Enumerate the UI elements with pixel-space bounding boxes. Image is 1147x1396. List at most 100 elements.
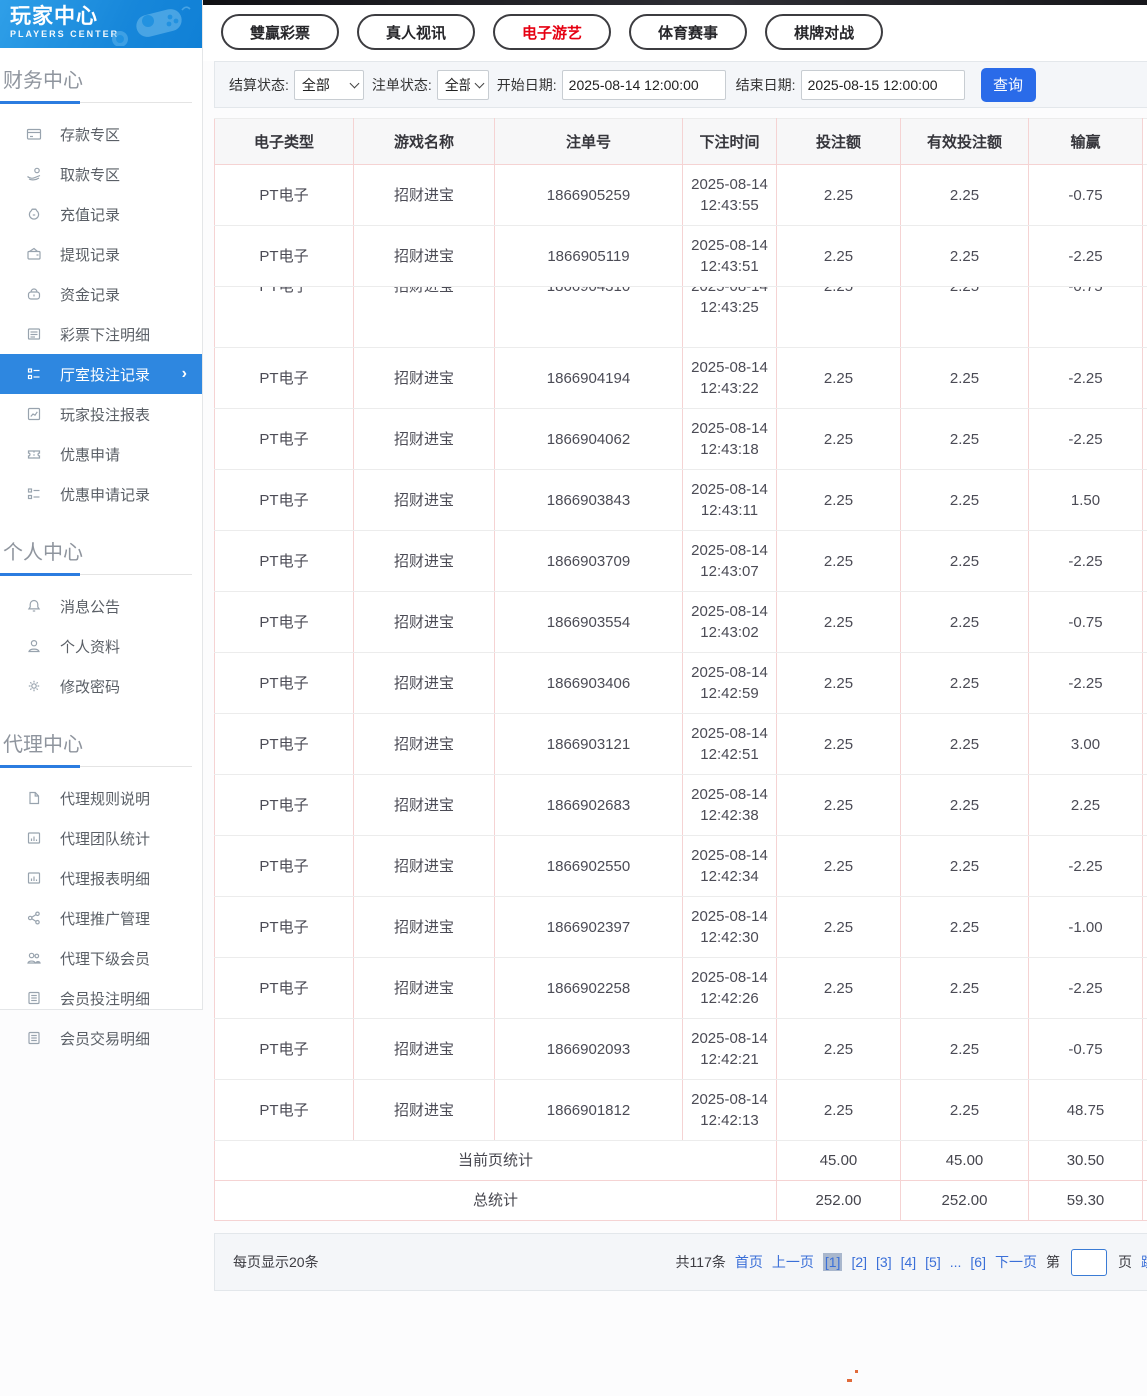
pagination-bar: 每页显示20条 共117条 首页上一页[1][2][3][4][5]...[6]… — [214, 1233, 1147, 1291]
cell-bet: 2.25 — [777, 287, 901, 348]
cell-type: PT电子 — [215, 775, 354, 836]
jump-suffix-label: 页 — [1118, 1252, 1132, 1272]
sidebar-item[interactable]: 个人资料 — [0, 626, 202, 666]
chevron-right-icon: › — [182, 365, 187, 383]
table-row: PT电子招财进宝18669037092025-08-1412:43:072.25… — [215, 531, 1147, 592]
cell-bet: 2.25 — [777, 348, 901, 409]
cell-game: 招财进宝 — [354, 592, 495, 653]
pager-current-page[interactable]: [1] — [823, 1253, 843, 1271]
settle-status-label: 结算状态: — [229, 75, 289, 95]
cell-game: 招财进宝 — [354, 653, 495, 714]
sidebar-item-label: 个人资料 — [60, 636, 120, 657]
sidebar-item[interactable]: 代理推广管理 — [0, 898, 202, 938]
tab-item[interactable]: 棋牌对战 — [765, 14, 883, 50]
sidebar-item[interactable]: 存款专区 — [0, 114, 202, 154]
wallet-icon — [25, 245, 43, 263]
pager-links: 首页上一页 [1] [2] [3] [4] [5]... [6] 下一页 — [735, 1252, 1037, 1272]
pager-link[interactable]: [6] — [970, 1254, 986, 1270]
cell-win: 2.25 — [1029, 775, 1143, 836]
sidebar-item[interactable]: 充值记录 — [0, 194, 202, 234]
sidebar-item[interactable]: 修改密码 — [0, 666, 202, 706]
total-summary-valid: 252.00 — [942, 1190, 988, 1211]
pager-link[interactable]: ... — [950, 1254, 962, 1270]
cell-bet: 2.25 — [777, 165, 901, 226]
cell-order: 1866902397 — [495, 897, 683, 958]
pager-link[interactable]: [4] — [901, 1254, 917, 1270]
users-icon — [25, 949, 43, 967]
cell-game: 招财进宝 — [354, 1080, 495, 1141]
end-date-input[interactable] — [801, 70, 965, 100]
sidebar-item-label: 优惠申请 — [60, 444, 120, 465]
tab-active[interactable]: 电子游艺 — [493, 14, 611, 50]
sidebar-item[interactable]: 会员投注明细 — [0, 978, 202, 1018]
end-date-label: 结束日期: — [736, 75, 796, 95]
clipped-column — [1143, 119, 1147, 165]
pager-link[interactable]: [5] — [925, 1254, 941, 1270]
settle-status-select[interactable]: 全部 — [294, 70, 364, 100]
cell-bet: 2.25 — [777, 1019, 901, 1080]
pager-link[interactable]: 上一页 — [772, 1252, 814, 1272]
cell-type: PT电子 — [215, 1019, 354, 1080]
cell-time: 2025-08-1412:43:22 — [683, 348, 777, 409]
cell-win: -2.25 — [1029, 958, 1143, 1019]
query-button[interactable]: 查询 — [981, 68, 1036, 102]
sidebar-item[interactable]: 代理团队统计 — [0, 818, 202, 858]
jump-page-input[interactable] — [1071, 1249, 1107, 1276]
sidebar-item[interactable]: 代理规则说明 — [0, 778, 202, 818]
pager-link[interactable]: 下一页 — [995, 1252, 1037, 1272]
cell-win: 1.50 — [1029, 470, 1143, 531]
sidebar-item[interactable]: 提现记录 — [0, 234, 202, 274]
sidebar-item[interactable]: 资金记录 — [0, 274, 202, 314]
jump-prefix-label: 第 — [1046, 1252, 1060, 1272]
sidebar-item[interactable]: 玩家投注报表 — [0, 394, 202, 434]
total-summary-bet: 252.00 — [816, 1190, 862, 1211]
cell-order: 1866901812 — [495, 1080, 683, 1141]
cell-valid: 2.25 — [901, 165, 1029, 226]
sidebar-item[interactable]: 彩票下注明细 — [0, 314, 202, 354]
pager-link[interactable]: [3] — [876, 1254, 892, 1270]
jump-go-link[interactable]: 跳转 — [1141, 1252, 1147, 1272]
table-row: PT电子招财进宝18669038432025-08-1412:43:112.25… — [215, 470, 1147, 531]
cell-valid: 2.25 — [901, 531, 1029, 592]
table-row: PT电子招财进宝18669051192025-08-1412:43:512.25… — [215, 226, 1147, 287]
cell-game: 招财进宝 — [354, 287, 495, 348]
sidebar-item[interactable]: 取款专区 — [0, 154, 202, 194]
pager-link[interactable]: 首页 — [735, 1252, 763, 1272]
cell-valid: 2.25 — [901, 714, 1029, 775]
pager-link[interactable]: [2] — [851, 1254, 867, 1270]
cell-time: 2025-08-1412:42:51 — [683, 714, 777, 775]
cell-game: 招财进宝 — [354, 226, 495, 287]
tab-item[interactable]: 雙贏彩票 — [221, 14, 339, 50]
sidebar-item-label: 玩家投注报表 — [60, 404, 150, 425]
sidebar-item[interactable]: 会员交易明细 — [0, 1018, 202, 1058]
cell-game: 招财进宝 — [354, 348, 495, 409]
sidebar-item[interactable]: 代理报表明细 — [0, 858, 202, 898]
tab-item[interactable]: 真人视讯 — [357, 14, 475, 50]
sidebar-item-label: 提现记录 — [60, 244, 120, 265]
sidebar-item[interactable]: 消息公告 — [0, 586, 202, 626]
cell-valid: 2.25 — [901, 287, 1029, 348]
sidebar-item[interactable]: 代理下级会员 — [0, 938, 202, 978]
file-icon — [25, 789, 43, 807]
sidebar-item[interactable]: 优惠申请 — [0, 434, 202, 474]
page-summary-row: 当前页统计 45.00 45.00 30.50 — [215, 1141, 1147, 1181]
user-icon — [25, 637, 43, 655]
note-icon — [25, 989, 43, 1007]
cell-bet: 2.25 — [777, 226, 901, 287]
cell-win: -2.25 — [1029, 531, 1143, 592]
list-check-icon — [25, 485, 43, 503]
clipped-column — [1143, 653, 1147, 714]
cell-win: -2.25 — [1029, 348, 1143, 409]
team-chart-icon — [25, 869, 43, 887]
start-date-input[interactable] — [562, 70, 726, 100]
sidebar-item[interactable]: 优惠申请记录 — [0, 474, 202, 514]
list-check-icon — [25, 365, 43, 383]
table-row: PT电子招财进宝18669040622025-08-1412:43:182.25… — [215, 409, 1147, 470]
sidebar-item-label: 充值记录 — [60, 204, 120, 225]
table-row: PT电子招财进宝18669041942025-08-1412:43:222.25… — [215, 348, 1147, 409]
cell-order: 1866904062 — [495, 409, 683, 470]
order-status-select[interactable]: 全部 — [437, 70, 489, 100]
sidebar-item[interactable]: 厅室投注记录› — [0, 354, 202, 394]
cell-time: 2025-08-1412:43:02 — [683, 592, 777, 653]
tab-item[interactable]: 体育赛事 — [629, 14, 747, 50]
